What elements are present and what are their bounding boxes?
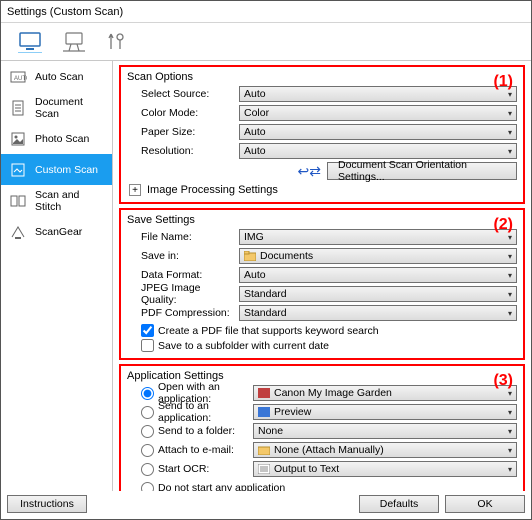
section-tag: (3) — [493, 372, 513, 390]
select-pdf-compression[interactable]: Standard▾ — [239, 305, 517, 321]
radio-attach-email[interactable]: Attach to e-mail: — [127, 444, 253, 457]
label-color-mode: Color Mode: — [127, 107, 239, 119]
section-tag: (1) — [493, 73, 513, 91]
orientation-settings-button[interactable]: Document Scan Orientation Settings... — [327, 162, 517, 180]
defaults-button[interactable]: Defaults — [359, 495, 439, 513]
select-paper-size[interactable]: Auto▾ — [239, 124, 517, 140]
sidebar-item-scan-stitch[interactable]: Scan and Stitch — [1, 185, 112, 216]
label-data-format: Data Format: — [127, 269, 239, 281]
radio-send-folder[interactable]: Send to a folder: — [127, 425, 253, 438]
sidebar-item-auto-scan[interactable]: AUTO Auto Scan — [1, 61, 112, 92]
sidebar-item-label: Scan and Stitch — [35, 189, 104, 213]
section-save-settings: (2) Save Settings File Name: IMG▾ Save i… — [119, 208, 525, 360]
sidebar-item-label: ScanGear — [35, 226, 82, 238]
label-paper-size: Paper Size: — [127, 126, 239, 138]
svg-text:AUTO: AUTO — [14, 76, 27, 82]
tab-computer-icon[interactable] — [17, 31, 43, 53]
label-file-name: File Name: — [127, 231, 239, 243]
window-title: Settings (Custom Scan) — [1, 1, 531, 23]
sidebar: AUTO Auto Scan Document Scan Photo Scan … — [1, 61, 113, 491]
select-source[interactable]: Auto▾ — [239, 86, 517, 102]
label-jpeg-quality: JPEG Image Quality: — [127, 282, 239, 306]
toolbar — [1, 23, 531, 61]
sidebar-item-label: Document Scan — [35, 96, 104, 120]
section-title: Scan Options — [127, 71, 517, 83]
sidebar-item-custom-scan[interactable]: Custom Scan — [1, 154, 112, 185]
select-ocr[interactable]: Output to Text▾ — [253, 461, 517, 477]
select-open-app[interactable]: Canon My Image Garden▾ — [253, 385, 517, 401]
select-send-folder[interactable]: None▾ — [253, 423, 517, 439]
select-data-format[interactable]: Auto▾ — [239, 267, 517, 283]
label-select-source: Select Source: — [127, 88, 239, 100]
select-send-app[interactable]: Preview▾ — [253, 404, 517, 420]
section-scan-options: (1) Scan Options Select Source: Auto▾ Co… — [119, 65, 525, 204]
select-color-mode[interactable]: Color▾ — [239, 105, 517, 121]
checkbox-pdf-keyword[interactable]: Create a PDF file that supports keyword … — [127, 324, 517, 337]
tab-network-icon[interactable] — [61, 31, 87, 53]
instructions-button[interactable]: Instructions — [7, 495, 87, 513]
select-file-name[interactable]: IMG▾ — [239, 229, 517, 245]
select-resolution[interactable]: Auto▾ — [239, 143, 517, 159]
radio-do-not-start[interactable]: Do not start any application — [127, 482, 285, 492]
label-pdf-compression: PDF Compression: — [127, 307, 239, 319]
image-processing-label: Image Processing Settings — [147, 184, 278, 196]
sidebar-item-label: Photo Scan — [35, 133, 89, 145]
section-application-settings: (3) Application Settings Open with an ap… — [119, 364, 525, 491]
refresh-icon[interactable]: ↩⇄ — [298, 163, 321, 180]
main-panel: (1) Scan Options Select Source: Auto▾ Co… — [113, 61, 531, 491]
select-save-in[interactable]: Documents▾ — [239, 248, 517, 264]
footer: Instructions Defaults OK — [1, 491, 531, 519]
radio-send-app[interactable]: Send to an application: — [127, 400, 253, 424]
select-email[interactable]: None (Attach Manually)▾ — [253, 442, 517, 458]
sidebar-item-label: Custom Scan — [35, 164, 98, 176]
sidebar-item-photo-scan[interactable]: Photo Scan — [1, 123, 112, 154]
section-title: Save Settings — [127, 214, 517, 226]
label-resolution: Resolution: — [127, 145, 239, 157]
expand-icon[interactable]: + — [129, 184, 141, 196]
checkbox-subfolder-date[interactable]: Save to a subfolder with current date — [127, 339, 517, 352]
select-jpeg-quality[interactable]: Standard▾ — [239, 286, 517, 302]
radio-start-ocr[interactable]: Start OCR: — [127, 463, 253, 476]
sidebar-item-document-scan[interactable]: Document Scan — [1, 92, 112, 123]
section-tag: (2) — [493, 216, 513, 234]
dialog-window: Settings (Custom Scan) AUTO Auto Scan Do… — [0, 0, 532, 520]
ok-button[interactable]: OK — [445, 495, 525, 513]
sidebar-item-label: Auto Scan — [35, 71, 83, 83]
tab-tools-icon[interactable] — [105, 31, 127, 53]
sidebar-item-scangear[interactable]: ScanGear — [1, 216, 112, 247]
label-save-in: Save in: — [127, 250, 239, 262]
